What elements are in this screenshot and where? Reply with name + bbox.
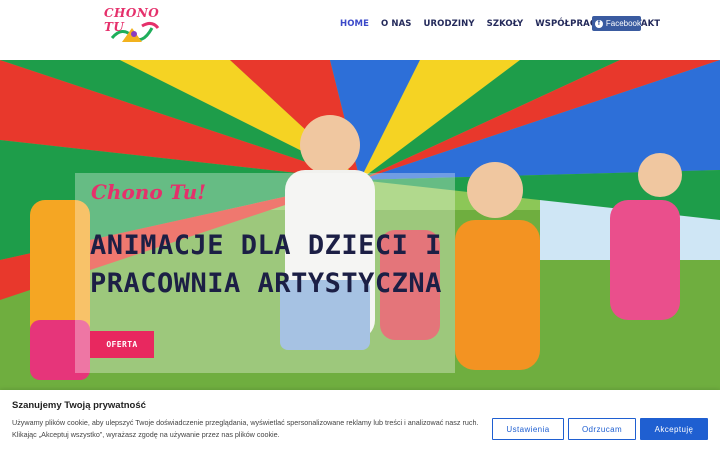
nav-home[interactable]: HOME bbox=[340, 17, 369, 31]
cookie-reject-button[interactable]: Odrzucam bbox=[568, 418, 636, 440]
nav-szkoly[interactable]: SZKOŁY bbox=[487, 17, 524, 31]
nav-urodziny[interactable]: URODZINY bbox=[424, 17, 475, 31]
cookie-text: Używamy plików cookie, aby ulepszyć Twoj… bbox=[12, 418, 479, 439]
facebook-icon: f bbox=[595, 19, 603, 28]
cookie-settings-button[interactable]: Ustawienia bbox=[492, 418, 564, 440]
hero-title: ANIMACJE DLA DZIECI I PRACOWNIA ARTYSTYC… bbox=[90, 227, 450, 303]
facebook-label: Facebook bbox=[605, 19, 641, 28]
hero-title-line-1: ANIMACJE DLA DZIECI I bbox=[90, 230, 442, 261]
cookie-banner: Szanujemy Twoją prywatność Używamy plikó… bbox=[0, 390, 720, 450]
hero-title-line-2: PRACOWNIA ARTYSTYCZNA bbox=[90, 268, 442, 299]
logo[interactable]: CHONO TU bbox=[102, 6, 162, 46]
cookie-accept-button[interactable]: Akceptuję bbox=[640, 418, 708, 440]
logo-text: CHONO TU bbox=[104, 6, 160, 34]
nav-o-nas[interactable]: O NAS bbox=[381, 17, 412, 31]
facebook-button[interactable]: f Facebook bbox=[592, 16, 641, 31]
site-header: CHONO TU HOME O NAS URODZINY SZKOŁY WSPÓ… bbox=[0, 0, 720, 60]
hero-subtitle: Chono Tu! bbox=[91, 180, 207, 204]
oferta-button[interactable]: OFERTA bbox=[90, 331, 154, 358]
cookie-title: Szanujemy Twoją prywatność bbox=[12, 400, 146, 411]
